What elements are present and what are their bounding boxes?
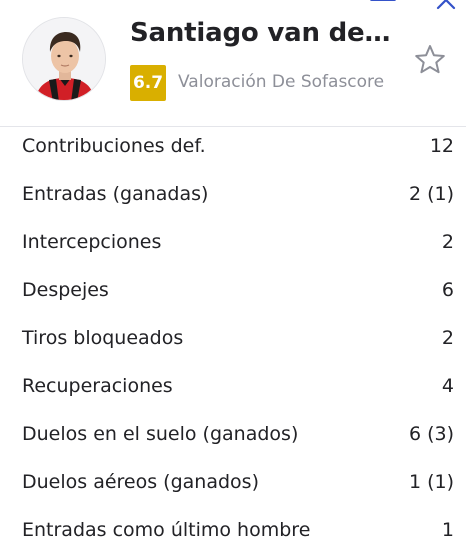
stat-row-tackles: Entradas (ganadas) 2 (1) xyxy=(0,170,466,218)
stat-value: 1 xyxy=(441,519,454,541)
stat-label: Tiros bloqueados xyxy=(22,327,184,349)
player-header: Santiago van der P... 6.7 Valoración De … xyxy=(0,0,466,127)
stat-label: Entradas (ganadas) xyxy=(22,183,209,205)
stat-row-ground-duels: Duelos en el suelo (ganados) 6 (3) xyxy=(0,410,466,458)
stat-row-defensive-contributions: Contribuciones def. 12 xyxy=(0,122,466,170)
stat-label: Intercepciones xyxy=(22,231,162,253)
star-icon[interactable] xyxy=(414,44,446,74)
stat-value: 6 xyxy=(441,279,454,301)
stat-value: 2 xyxy=(441,231,454,253)
rating-label: Valoración De Sofascore xyxy=(178,72,385,92)
stat-row-clearances: Despejes 6 xyxy=(0,266,466,314)
stat-label: Duelos en el suelo (ganados) xyxy=(22,423,299,445)
stat-label: Contribuciones def. xyxy=(22,135,206,157)
stat-label: Duelos aéreos (ganados) xyxy=(22,471,259,493)
rating-badge[interactable]: 6.7 xyxy=(130,65,166,101)
stat-value: 1 (1) xyxy=(408,471,454,493)
stat-label: Recuperaciones xyxy=(22,375,173,397)
stat-row-recoveries: Recuperaciones 4 xyxy=(0,362,466,410)
defensive-stats-list: Contribuciones def. 12 Entradas (ganadas… xyxy=(0,122,466,553)
stat-value: 2 xyxy=(441,327,454,349)
stat-label: Despejes xyxy=(22,279,109,301)
stat-value: 6 (3) xyxy=(408,423,454,445)
player-name: Santiago van der P... xyxy=(130,18,392,48)
player-avatar[interactable] xyxy=(22,17,106,101)
stat-value: 12 xyxy=(429,135,454,157)
stat-row-aerial-duels: Duelos aéreos (ganados) 1 (1) xyxy=(0,458,466,506)
stat-row-interceptions: Intercepciones 2 xyxy=(0,218,466,266)
stat-row-last-man-tackles: Entradas como último hombre 1 xyxy=(0,506,466,553)
stat-label: Entradas como último hombre xyxy=(22,519,311,541)
stat-value: 4 xyxy=(441,375,454,397)
stat-value: 2 (1) xyxy=(408,183,454,205)
player-photo xyxy=(23,18,105,100)
stat-row-blocked-shots: Tiros bloqueados 2 xyxy=(0,314,466,362)
